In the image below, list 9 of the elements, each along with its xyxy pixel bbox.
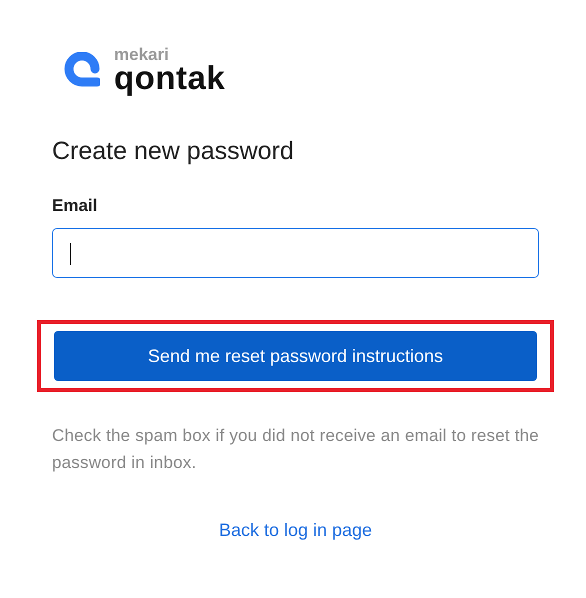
logo-icon [64,52,100,88]
send-instructions-button[interactable]: Send me reset password instructions [54,331,537,381]
help-text: Check the spam box if you did not receive an email to reset the password in inbox. [52,425,539,474]
page-title: Create new password [52,136,295,166]
email-field[interactable] [52,228,539,278]
back-to-login-link[interactable]: Back to log in page [218,520,372,541]
product-name: qontak [114,61,226,94]
email-label: Email [52,196,98,216]
brand-name: mekari [114,46,170,63]
